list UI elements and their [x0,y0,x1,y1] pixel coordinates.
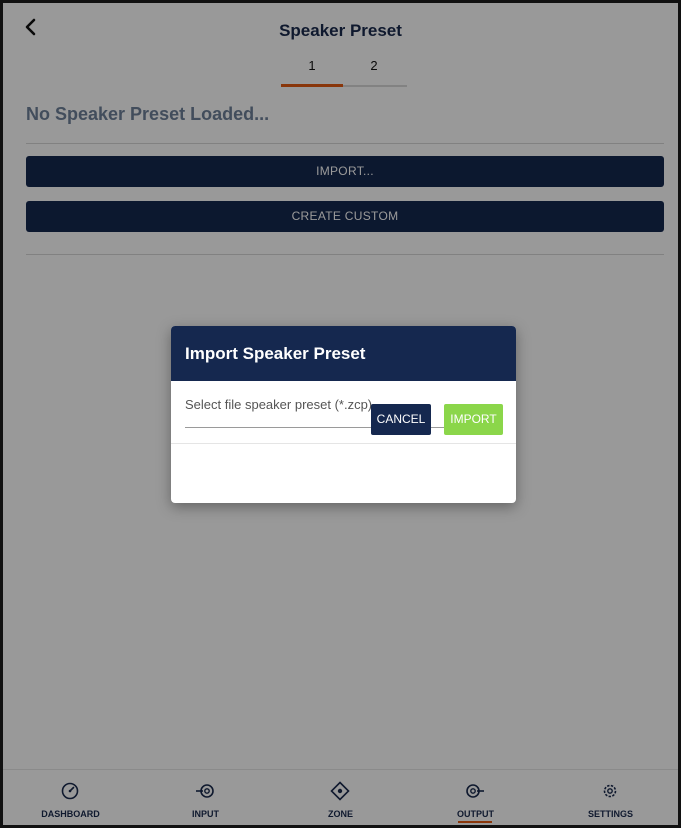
import-button[interactable]: IMPORT [444,404,503,435]
app-screen: Speaker Preset 1 2 No Speaker Preset Loa… [3,3,678,825]
device-frame: Speaker Preset 1 2 No Speaker Preset Loa… [0,0,681,828]
nav-backdrop [3,769,678,825]
bottom-nav: DASHBOARD INPUT ZONE OUTPUT SETTINGS [3,769,678,825]
import-dialog: Import Speaker Preset Select file speake… [171,326,516,503]
dialog-title: Import Speaker Preset [171,326,516,381]
cancel-button[interactable]: CANCEL [371,404,431,435]
